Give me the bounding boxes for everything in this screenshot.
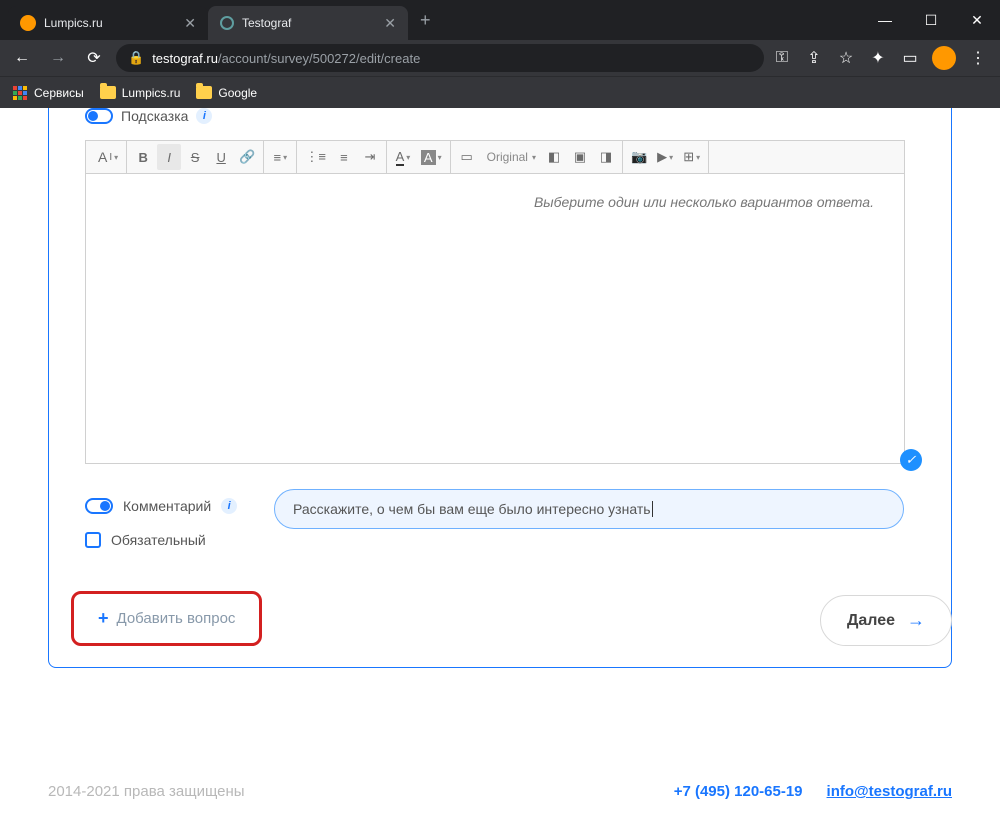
bookmark-lumpics[interactable]: Lumpics.ru [100, 86, 181, 100]
url-domain: testograf.ru [152, 51, 218, 66]
extensions-icon[interactable]: ✦ [868, 48, 888, 68]
text-cursor [652, 501, 653, 517]
info-icon[interactable]: i [196, 108, 212, 124]
folder-icon [196, 86, 212, 99]
add-question-label: Добавить вопрос [117, 610, 236, 627]
menu-icon[interactable]: ⋮ [968, 48, 988, 68]
comment-input[interactable]: Расскажите, о чем бы вам еще было интере… [274, 489, 904, 529]
bookmarks-bar: Сервисы Lumpics.ru Google [0, 76, 1000, 108]
toolbar-right: ⚿ ⇪ ☆ ✦ ▭ ⋮ [772, 46, 992, 70]
tab-title: Lumpics.ru [44, 16, 103, 30]
copyright-text: 2014-2021 права защищены [48, 783, 245, 800]
align-dropdown[interactable]: ≡▾ [268, 144, 292, 170]
table-dropdown[interactable]: ⊞▾ [679, 144, 704, 170]
indent-button[interactable]: ⇥ [358, 144, 382, 170]
tabs-strip: Lumpics.ru ✕ Testograf ✕ + [0, 0, 862, 40]
required-checkbox[interactable] [85, 532, 101, 548]
page-footer: 2014-2021 права защищены +7 (495) 120-65… [48, 783, 952, 800]
profile-avatar[interactable] [932, 46, 956, 70]
bookmark-apps[interactable]: Сервисы [12, 85, 84, 101]
add-question-button[interactable]: + Добавить вопрос [71, 591, 262, 646]
next-button[interactable]: Далее → [820, 595, 952, 646]
bold-button[interactable]: B [131, 144, 155, 170]
next-label: Далее [847, 612, 895, 630]
align-left-button[interactable]: ◧ [542, 144, 566, 170]
bullet-list-button[interactable]: ⋮≡ [301, 144, 330, 170]
phone-link[interactable]: +7 (495) 120-65-19 [674, 783, 803, 800]
align-right-button[interactable]: ◨ [594, 144, 618, 170]
strikethrough-button[interactable]: S [183, 144, 207, 170]
maximize-button[interactable]: ☐ [908, 0, 954, 40]
align-center-button[interactable]: ▣ [568, 144, 592, 170]
rich-editor: AI▾ B I S U 🔗 ≡▾ ⋮≡ ≡ ⇥ A▾ A▾ ▭ [85, 140, 905, 464]
bookmark-google[interactable]: Google [196, 86, 257, 100]
favicon-circle-icon [220, 16, 234, 30]
font-size-dropdown[interactable]: AI▾ [94, 144, 122, 170]
italic-button[interactable]: I [157, 144, 181, 170]
share-icon[interactable]: ⇪ [804, 48, 824, 68]
minimize-button[interactable]: — [862, 0, 908, 40]
star-icon[interactable]: ☆ [836, 48, 856, 68]
hint-row: Подсказка i [85, 108, 212, 124]
bookmark-label: Сервисы [34, 86, 84, 100]
lock-icon: 🔒 [128, 50, 144, 66]
tab-title: Testograf [242, 16, 291, 30]
address-bar: ← → ⟳ 🔒 testograf.ru/account/survey/5002… [0, 40, 1000, 76]
tab-lumpics[interactable]: Lumpics.ru ✕ [8, 6, 208, 40]
window-controls: — ☐ ✕ [862, 0, 1000, 40]
favicon-orange-icon [20, 15, 36, 31]
titlebar: Lumpics.ru ✕ Testograf ✕ + — ☐ ✕ [0, 0, 1000, 40]
editor-textarea[interactable]: Выберите один или несколько вариантов от… [85, 174, 905, 464]
tab-testograf[interactable]: Testograf ✕ [208, 6, 408, 40]
browser-chrome: Lumpics.ru ✕ Testograf ✕ + — ☐ ✕ ← → ⟳ 🔒… [0, 0, 1000, 108]
hint-label: Подсказка [121, 108, 188, 124]
comment-row: Комментарий i [85, 498, 237, 514]
info-icon[interactable]: i [221, 498, 237, 514]
url-field[interactable]: 🔒 testograf.ru/account/survey/500272/edi… [116, 44, 764, 72]
required-label: Обязательный [111, 532, 206, 548]
text-color-dropdown[interactable]: A▾ [391, 144, 415, 170]
numbered-list-button[interactable]: ≡ [332, 144, 356, 170]
new-tab-button[interactable]: + [408, 10, 443, 31]
back-button[interactable]: ← [8, 44, 36, 72]
reading-list-icon[interactable]: ▭ [900, 48, 920, 68]
url-path: /account/survey/500272/edit/create [218, 51, 420, 66]
apps-grid-icon [12, 85, 28, 101]
link-button[interactable]: 🔗 [235, 144, 259, 170]
bg-color-dropdown[interactable]: A▾ [417, 144, 446, 170]
close-button[interactable]: ✕ [954, 0, 1000, 40]
required-row: Обязательный [85, 532, 206, 548]
plus-icon: + [98, 608, 109, 629]
tab-close-icon[interactable]: ✕ [184, 15, 196, 32]
underline-button[interactable]: U [209, 144, 233, 170]
tab-close-icon[interactable]: ✕ [384, 15, 396, 32]
forward-button[interactable]: → [44, 44, 72, 72]
editor-toolbar: AI▾ B I S U 🔗 ≡▾ ⋮≡ ≡ ⇥ A▾ A▾ ▭ [85, 140, 905, 174]
page-content: Подсказка i AI▾ B I S U 🔗 ≡▾ ⋮≡ ≡ ⇥ [0, 108, 1000, 816]
comment-label: Комментарий [123, 498, 211, 514]
key-icon[interactable]: ⚿ [772, 48, 792, 68]
email-link[interactable]: info@testograf.ru [827, 783, 952, 800]
editor-placeholder: Выберите один или несколько вариантов от… [534, 194, 874, 210]
comment-toggle[interactable] [85, 498, 113, 514]
bookmark-label: Google [218, 86, 257, 100]
check-badge-icon: ✓ [900, 449, 922, 471]
media-upload-button[interactable]: 📷 [627, 144, 651, 170]
video-dropdown[interactable]: ▶▾ [653, 144, 677, 170]
image-button[interactable]: ▭ [455, 144, 479, 170]
hint-toggle[interactable] [85, 108, 113, 124]
folder-icon [100, 86, 116, 99]
reload-button[interactable]: ⟳ [80, 44, 108, 72]
comment-value: Расскажите, о чем бы вам еще было интере… [293, 501, 651, 517]
image-size-dropdown[interactable]: Original▾ [481, 144, 540, 170]
arrow-right-icon: → [907, 610, 925, 631]
bookmark-label: Lumpics.ru [122, 86, 181, 100]
